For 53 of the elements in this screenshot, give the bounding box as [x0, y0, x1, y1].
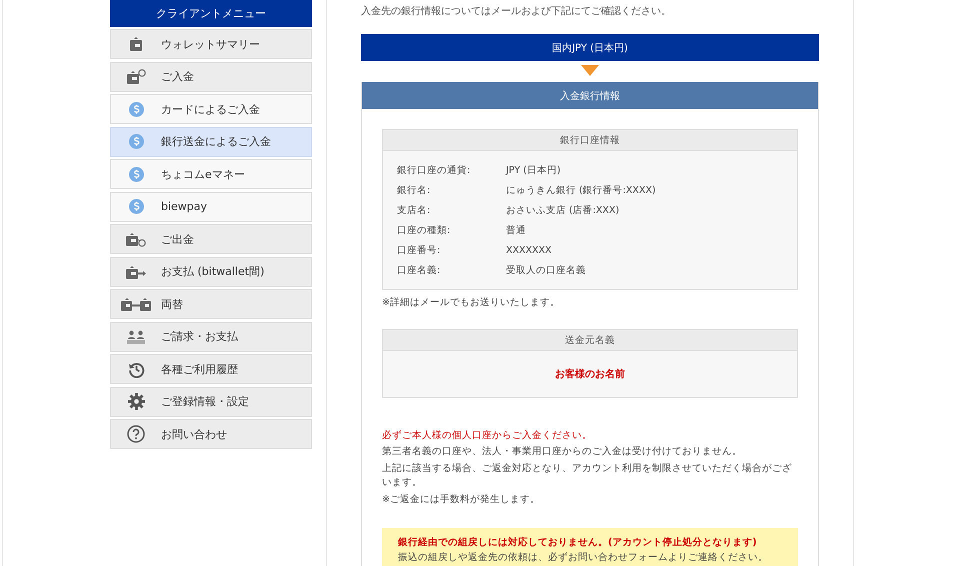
- dollar-coin-icon: [128, 134, 144, 149]
- sidebar-item[interactable]: ご出金: [110, 224, 312, 254]
- intro-text: 入金先の銀行情報についてはメールおよび下記にてご確認ください。: [361, 4, 672, 18]
- people-icon: [127, 330, 145, 344]
- field-value: JPY (日本円): [506, 164, 561, 176]
- field-label: 口座名義:: [397, 264, 442, 276]
- wallet-arrow-icon: [125, 264, 147, 280]
- sidebar-item[interactable]: 両替: [110, 289, 312, 319]
- card-title: 送金元名義: [383, 330, 797, 351]
- down-triangle-icon: [581, 65, 599, 76]
- sidebar-item[interactable]: ご入金: [110, 62, 312, 92]
- sidebar-item[interactable]: ちょコムeマネー: [110, 159, 312, 189]
- sidebar-item[interactable]: 各種ご利用履歴: [110, 354, 312, 384]
- sidebar-item[interactable]: お問い合わせ: [110, 419, 312, 449]
- warning-text: 必ずご本人様の個人口座からご入金ください。: [382, 429, 593, 442]
- help-icon: [127, 425, 145, 443]
- field-value: 受取人の口座名義: [506, 264, 586, 276]
- field-label: 口座番号:: [397, 244, 442, 256]
- note-text: ※詳細はメールでもお送りいたします。: [382, 296, 561, 309]
- alert-text: 振込の組戻しや返金先の依頼は、必ずお問い合わせフォームよりご連絡ください。: [398, 551, 769, 564]
- sidebar-item[interactable]: お支払 (bitwallet間): [110, 256, 312, 286]
- note-text: ※ご返金には手数料が発生します。: [382, 493, 541, 507]
- sidebar-item[interactable]: ウォレットサマリー: [110, 29, 312, 59]
- wallet-coin-icon: [125, 231, 147, 247]
- dollar-coin-icon: [128, 102, 144, 116]
- sidebar-item[interactable]: 銀行送金によるご入金: [110, 126, 312, 156]
- sidebar-item[interactable]: biewpay: [110, 192, 312, 222]
- sidebar-title: クライアントメニュー: [110, 0, 312, 27]
- wallet-icon: [128, 36, 144, 52]
- field-label: 銀行名:: [397, 184, 432, 196]
- dollar-coin-icon: [128, 166, 144, 182]
- history-clock-icon: [128, 360, 144, 378]
- field-label: 口座の種類:: [397, 224, 452, 236]
- field-value: にゅうきん銀行 (銀行番号:XXXX): [506, 184, 656, 196]
- field-label: 銀行口座の通貨:: [397, 164, 472, 176]
- dollar-coin-icon: [128, 199, 144, 214]
- currency-bar: 国内JPY (日本円): [361, 34, 819, 61]
- field-label: 支店名:: [397, 204, 432, 216]
- wallet-coin-icon: [125, 68, 147, 84]
- sidebar-item[interactable]: ご登録情報・設定: [110, 386, 312, 416]
- alert-title: 銀行経由での組戻しには対応しておりません。(アカウント停止処分となります): [398, 536, 758, 549]
- field-value: XXXXXXX: [506, 244, 552, 256]
- settings-icon: [128, 393, 144, 410]
- two-wallets-icon: [121, 296, 151, 312]
- field-value: おさいふ支店 (店番:XXX): [506, 204, 620, 216]
- note-text: 上記に該当する場合、ご返金対応となり、アカウント利用を制限させていただく場合がございます。: [382, 462, 793, 490]
- card-title: 銀行口座情報: [383, 130, 797, 151]
- sidebar-item[interactable]: ご請求・お支払: [110, 322, 312, 352]
- field-value: 普通: [506, 224, 526, 236]
- panel-title: 入金銀行情報: [362, 82, 818, 109]
- sender-name: お客様のお名前: [554, 367, 626, 382]
- sidebar-item[interactable]: カードによるご入金: [110, 94, 312, 124]
- note-text: 第三者名義の口座や、法人・事業用口座からのご入金は受け付けておりません。: [382, 445, 743, 459]
